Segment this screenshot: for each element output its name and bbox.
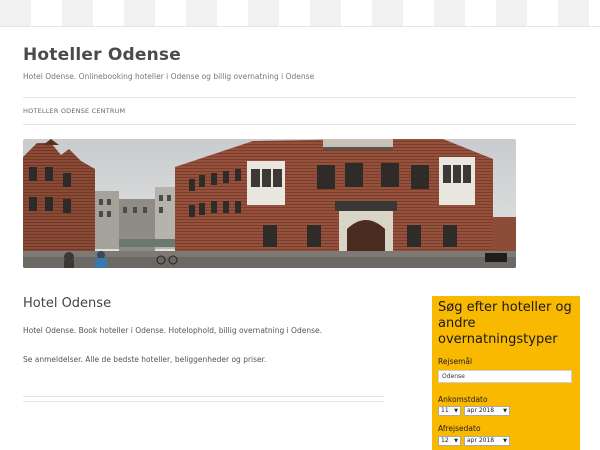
checkout-month-select[interactable]: apr 2018 ▼	[464, 436, 510, 446]
intro-paragraph: Hotel Odense. Book hoteller i Odense. Ho…	[23, 326, 322, 335]
entry-separator	[23, 396, 384, 402]
checkout-label: Afrejsedato	[438, 424, 481, 433]
reviews-paragraph: Se anmeldelser. Alle de bedste hoteller,…	[23, 355, 267, 364]
checkin-month-select[interactable]: apr 2018 ▼	[464, 406, 510, 416]
header-banner-image	[23, 139, 516, 268]
checkin-day-value: 11	[441, 407, 449, 414]
chevron-down-icon: ▼	[454, 438, 458, 444]
page-title: Hotel Odense	[23, 296, 112, 311]
destination-label: Rejsemål	[438, 357, 473, 366]
chevron-down-icon: ▼	[454, 408, 458, 414]
widget-title: Søg efter hoteller og andre overnatnings…	[438, 300, 572, 347]
checkin-month-value: apr 2018	[467, 407, 495, 414]
checkin-day-select[interactable]: 11 ▼	[438, 406, 461, 416]
site-title[interactable]: Hoteller Odense	[23, 45, 181, 65]
chevron-down-icon: ▼	[503, 408, 507, 414]
nav-item-hoteller-odense-centrum[interactable]: HOTELLER ODENSE CENTRUM	[23, 107, 125, 115]
chevron-down-icon: ▼	[503, 438, 507, 444]
checkout-month-value: apr 2018	[467, 437, 495, 444]
checkout-day-select[interactable]: 12 ▼	[438, 436, 461, 446]
header-divider	[23, 97, 576, 98]
destination-input[interactable]	[438, 370, 572, 383]
nav-divider	[23, 124, 576, 125]
checkin-label: Ankomstdato	[438, 395, 488, 404]
checkout-day-value: 12	[441, 437, 449, 444]
top-stripe-bar	[0, 0, 600, 27]
site-description: Hotel Odense. Onlinebooking hoteller i O…	[23, 72, 315, 81]
